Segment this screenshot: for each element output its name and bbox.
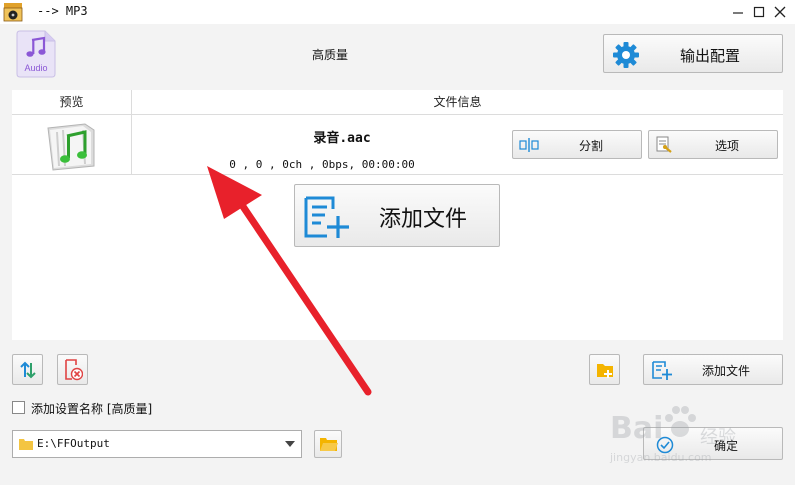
options-button[interactable]: 选项 bbox=[648, 130, 778, 159]
output-folder-select[interactable]: E:\FFOutput bbox=[12, 430, 302, 458]
browse-folder-button[interactable] bbox=[314, 430, 342, 458]
close-icon bbox=[774, 6, 786, 18]
audio-format-icon[interactable]: Audio bbox=[15, 30, 57, 78]
window-title: --> MP3 bbox=[37, 4, 88, 18]
audio-icon-label: Audio bbox=[24, 63, 47, 73]
maximize-button[interactable] bbox=[748, 0, 770, 24]
close-button[interactable] bbox=[769, 0, 791, 24]
ok-button[interactable]: 确定 bbox=[643, 427, 783, 460]
output-folder-value: E:\FFOutput bbox=[37, 437, 110, 450]
music-file-thumbnail-icon bbox=[47, 123, 95, 171]
add-folder-icon bbox=[597, 364, 613, 378]
file-row[interactable]: 录音.aac 0 , 0 , 0ch , 0bps, 00:00:00 分割 选… bbox=[12, 115, 783, 175]
add-file-label: 添加文件 bbox=[702, 364, 751, 378]
folder-icon bbox=[19, 439, 33, 450]
chevron-down-icon bbox=[285, 441, 295, 447]
add-folder-button[interactable] bbox=[589, 354, 620, 385]
maximize-icon bbox=[753, 6, 765, 18]
add-file-big-label: 添加文件 bbox=[379, 207, 468, 232]
sort-button[interactable] bbox=[12, 354, 43, 385]
add-file-icon bbox=[304, 196, 349, 238]
check-circle-icon bbox=[656, 436, 674, 454]
minimize-button[interactable] bbox=[727, 0, 749, 24]
add-setting-name-checkbox[interactable] bbox=[12, 401, 25, 414]
add-file-button[interactable]: 添加文件 bbox=[643, 354, 783, 385]
add-file-big-button[interactable]: 添加文件 bbox=[294, 184, 500, 247]
add-file-small-icon bbox=[652, 361, 672, 380]
ok-label: 确定 bbox=[714, 439, 739, 453]
column-header-file-info[interactable]: 文件信息 bbox=[132, 90, 783, 115]
file-meta: 0 , 0 , 0ch , 0bps, 00:00:00 bbox=[229, 158, 415, 171]
options-label: 选项 bbox=[715, 139, 740, 153]
cell-divider bbox=[131, 115, 132, 175]
file-name: 录音.aac bbox=[313, 131, 371, 146]
output-config-label: 输出配置 bbox=[680, 47, 741, 65]
remove-file-button[interactable] bbox=[57, 354, 88, 385]
sort-arrows-icon bbox=[20, 361, 36, 379]
minimize-icon bbox=[733, 12, 743, 14]
column-header-preview[interactable]: 预览 bbox=[12, 90, 132, 115]
gear-icon bbox=[613, 42, 639, 68]
title-bar: --> MP3 bbox=[0, 0, 795, 24]
open-folder-icon bbox=[320, 438, 338, 451]
options-icon bbox=[656, 136, 672, 153]
add-setting-name-label: 添加设置名称 [高质量] bbox=[31, 402, 153, 416]
split-icon bbox=[519, 138, 539, 152]
quality-label: 高质量 bbox=[311, 48, 348, 62]
app-logo-icon bbox=[3, 3, 23, 22]
output-config-button[interactable]: 输出配置 bbox=[603, 34, 783, 73]
split-button[interactable]: 分割 bbox=[512, 130, 642, 159]
delete-file-icon bbox=[65, 359, 83, 381]
split-label: 分割 bbox=[579, 139, 604, 153]
